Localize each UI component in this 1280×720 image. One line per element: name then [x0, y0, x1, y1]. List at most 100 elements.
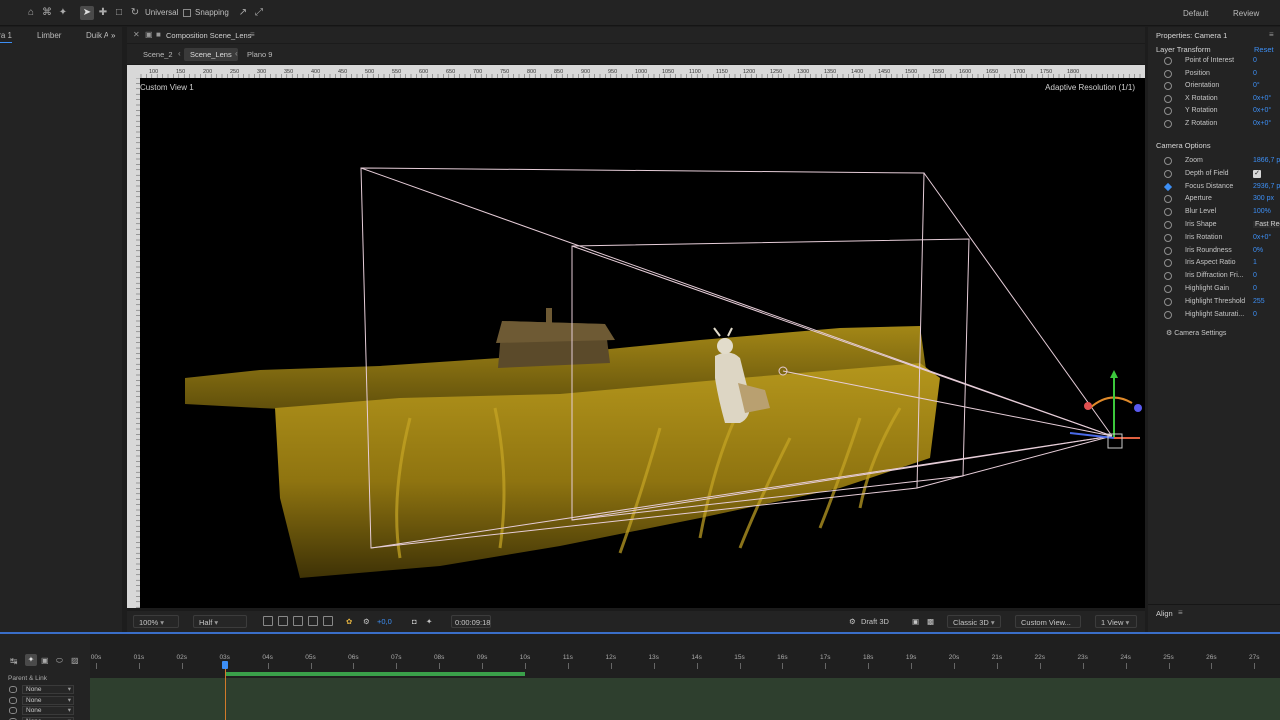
property-value[interactable]: 100%	[1253, 208, 1271, 215]
current-timecode[interactable]: 0:00:09:18	[451, 615, 491, 628]
property-row[interactable]: Highlight Gain 0	[1148, 284, 1280, 296]
camera-gizmo[interactable]	[1069, 370, 1142, 449]
pin-icon[interactable]: ✦	[56, 6, 70, 20]
visibility-eye-icon[interactable]	[9, 707, 17, 714]
parent-select[interactable]: None	[22, 695, 74, 705]
color-management-icon[interactable]: ✿	[346, 615, 352, 628]
panel-menu-icon[interactable]: ≡	[250, 30, 255, 39]
timeline-ruler[interactable]: 00s 01s 02s 03s 04s 05s 06s 07s 08s 09s 10s 11s 12s 1…	[90, 654, 1280, 672]
shy-icon[interactable]: ▣	[41, 656, 49, 665]
stopwatch-icon[interactable]	[1164, 94, 1172, 103]
channel-icon[interactable]	[323, 616, 333, 626]
stopwatch-icon[interactable]	[1164, 233, 1172, 242]
property-row[interactable]: Z Rotation 0x+0°	[1148, 119, 1280, 131]
draft-icon[interactable]: ✦	[25, 654, 37, 666]
stopwatch-icon[interactable]	[1164, 208, 1172, 217]
stopwatch-icon[interactable]	[1164, 57, 1172, 65]
stopwatch-icon[interactable]	[1164, 195, 1172, 204]
render-options-icon[interactable]: ▣	[912, 615, 919, 628]
home-icon[interactable]: ⌂	[24, 6, 38, 20]
stopwatch-icon[interactable]	[1164, 221, 1172, 229]
snapping-label[interactable]: Snapping	[195, 8, 229, 17]
property-value[interactable]: 0x+0°	[1253, 107, 1271, 114]
composition-viewer[interactable]	[140, 78, 1145, 608]
property-value[interactable]: 255	[1253, 298, 1265, 305]
property-row[interactable]: Iris Diffraction Fri... 0	[1148, 271, 1280, 283]
lock-icon[interactable]: ▣	[145, 30, 153, 39]
expand-icon[interactable]: ⤢	[252, 6, 266, 20]
property-value[interactable]: Fast Rec	[1253, 221, 1280, 228]
property-row[interactable]: Position 0	[1148, 69, 1280, 81]
property-value[interactable]: 1866,7 px	[1253, 157, 1280, 164]
draft-3d-button[interactable]: Draft 3D	[861, 615, 889, 628]
rotate-tool-icon[interactable]: ↻	[128, 6, 142, 20]
show-snapshot-icon[interactable]: ✦	[426, 615, 432, 628]
work-area-bar[interactable]	[224, 672, 525, 676]
grid-icon[interactable]	[308, 616, 318, 626]
property-row[interactable]: Orientation 0°	[1148, 81, 1280, 93]
tab-camera[interactable]: Camera 1	[0, 31, 12, 40]
property-value[interactable]: 0	[1253, 272, 1257, 279]
property-row[interactable]: Zoom 1866,7 px	[1148, 156, 1280, 168]
stopwatch-icon[interactable]	[1164, 285, 1172, 293]
property-row[interactable]: Blur Level 100%	[1148, 207, 1280, 219]
layer-row[interactable]: None	[0, 695, 90, 706]
tab-scene-2[interactable]: Scene_2	[137, 48, 179, 61]
frame-blending-icon[interactable]: ⬭	[56, 656, 63, 666]
puppet-icon[interactable]: ⌘	[40, 6, 54, 20]
depth-of-field-checkbox[interactable]: ✓	[1253, 169, 1261, 178]
snap-options-icon[interactable]: ↗	[236, 6, 250, 20]
tab-limber[interactable]: Limber	[37, 31, 61, 40]
stopwatch-icon[interactable]	[1164, 310, 1172, 319]
gear-icon[interactable]: ⚙	[363, 615, 370, 628]
playhead-handle[interactable]	[221, 661, 228, 669]
property-row[interactable]: Focus Distance 2936,7 px	[1148, 182, 1280, 194]
universal-label[interactable]: Universal	[145, 8, 178, 17]
close-icon[interactable]: ✕	[133, 30, 140, 39]
exposure-value[interactable]: +0,0	[377, 615, 392, 628]
property-value[interactable]: 0	[1253, 311, 1257, 318]
hand-tool-icon[interactable]: ✚	[96, 6, 110, 20]
mask-icon[interactable]	[293, 616, 303, 626]
stopwatch-icon[interactable]	[1164, 272, 1172, 281]
property-value[interactable]: 0%	[1253, 247, 1263, 254]
stopwatch-icon[interactable]	[1164, 259, 1172, 268]
workspace-default[interactable]: Default	[1183, 9, 1208, 18]
property-value[interactable]: 0	[1253, 70, 1257, 77]
property-row[interactable]: Point of Interest 0	[1148, 56, 1280, 68]
property-row[interactable]: X Rotation 0x+0°	[1148, 94, 1280, 106]
panel-menu-icon-props[interactable]: ≡	[1269, 30, 1274, 39]
stopwatch-icon[interactable]	[1164, 69, 1172, 78]
timeline-tracks[interactable]	[90, 678, 1280, 720]
motion-blur-icon[interactable]: ▨	[71, 656, 79, 665]
property-value[interactable]: 0	[1253, 285, 1257, 292]
tab-duik[interactable]: Duik Ai	[86, 31, 108, 40]
fast-preview-icon[interactable]: ▩	[927, 615, 934, 628]
property-value[interactable]: 0x+0°	[1253, 234, 1271, 241]
property-value[interactable]: 1	[1253, 259, 1257, 266]
renderer-select[interactable]: Classic 3D	[947, 615, 1001, 628]
more-tabs-icon[interactable]: »	[111, 31, 115, 40]
stopwatch-icon[interactable]	[1164, 157, 1172, 165]
layer-row[interactable]: None	[0, 685, 90, 695]
property-row[interactable]: Highlight Saturati... 0	[1148, 310, 1280, 322]
view-select[interactable]: Custom View...	[1015, 615, 1081, 628]
property-value[interactable]: 300 px	[1253, 195, 1274, 202]
reset-button[interactable]: Reset	[1254, 45, 1274, 54]
comp-flowchart-icon[interactable]: ↹	[10, 656, 18, 667]
property-row[interactable]: Depth of Field ✓	[1148, 169, 1280, 181]
property-row[interactable]: Y Rotation 0x+0°	[1148, 106, 1280, 118]
property-row[interactable]: Highlight Threshold 255	[1148, 297, 1280, 309]
camera-snapshot-icon[interactable]: ◘	[412, 615, 417, 628]
parent-select[interactable]: None	[22, 706, 74, 715]
stopwatch-icon[interactable]	[1164, 182, 1172, 191]
property-row[interactable]: Iris Roundness 0%	[1148, 246, 1280, 258]
layer-row[interactable]: None	[0, 716, 90, 720]
playhead[interactable]	[224, 662, 226, 720]
snapping-checkbox[interactable]	[183, 9, 191, 17]
property-row[interactable]: Iris Shape Fast Rec	[1148, 220, 1280, 232]
zoom-tool-icon[interactable]: □	[112, 6, 126, 20]
property-row[interactable]: Iris Rotation 0x+0°	[1148, 233, 1280, 245]
property-value[interactable]: 0	[1253, 57, 1257, 64]
property-value[interactable]: 2936,7 px	[1253, 183, 1280, 190]
